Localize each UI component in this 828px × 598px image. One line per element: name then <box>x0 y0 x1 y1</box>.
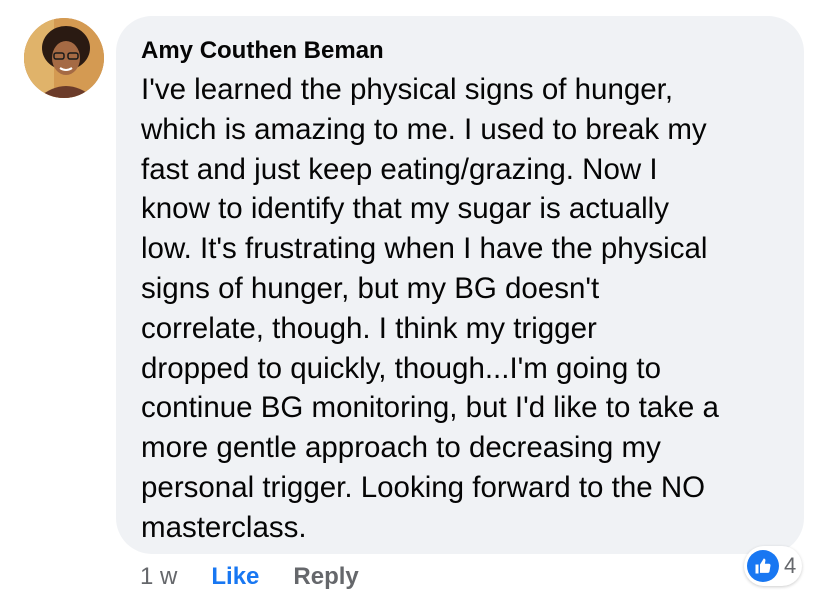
avatar[interactable] <box>24 18 104 98</box>
like-button[interactable]: Like <box>211 563 259 591</box>
comment-author-name[interactable]: Amy Couthen Beman <box>141 36 782 66</box>
reaction-count: 4 <box>784 553 797 578</box>
comment-bubble: Amy Couthen Beman I've learned the physi… <box>116 16 804 554</box>
profile-photo <box>24 18 104 98</box>
comment-text: I've learned the physical signs of hunge… <box>141 73 719 544</box>
reaction-summary[interactable]: 4 <box>744 546 803 586</box>
comment-timestamp[interactable]: 1 w <box>140 563 177 591</box>
reply-button[interactable]: Reply <box>293 563 358 591</box>
comment-actions: 1 w Like Reply <box>140 560 359 594</box>
thumbs-up-icon <box>747 550 779 582</box>
